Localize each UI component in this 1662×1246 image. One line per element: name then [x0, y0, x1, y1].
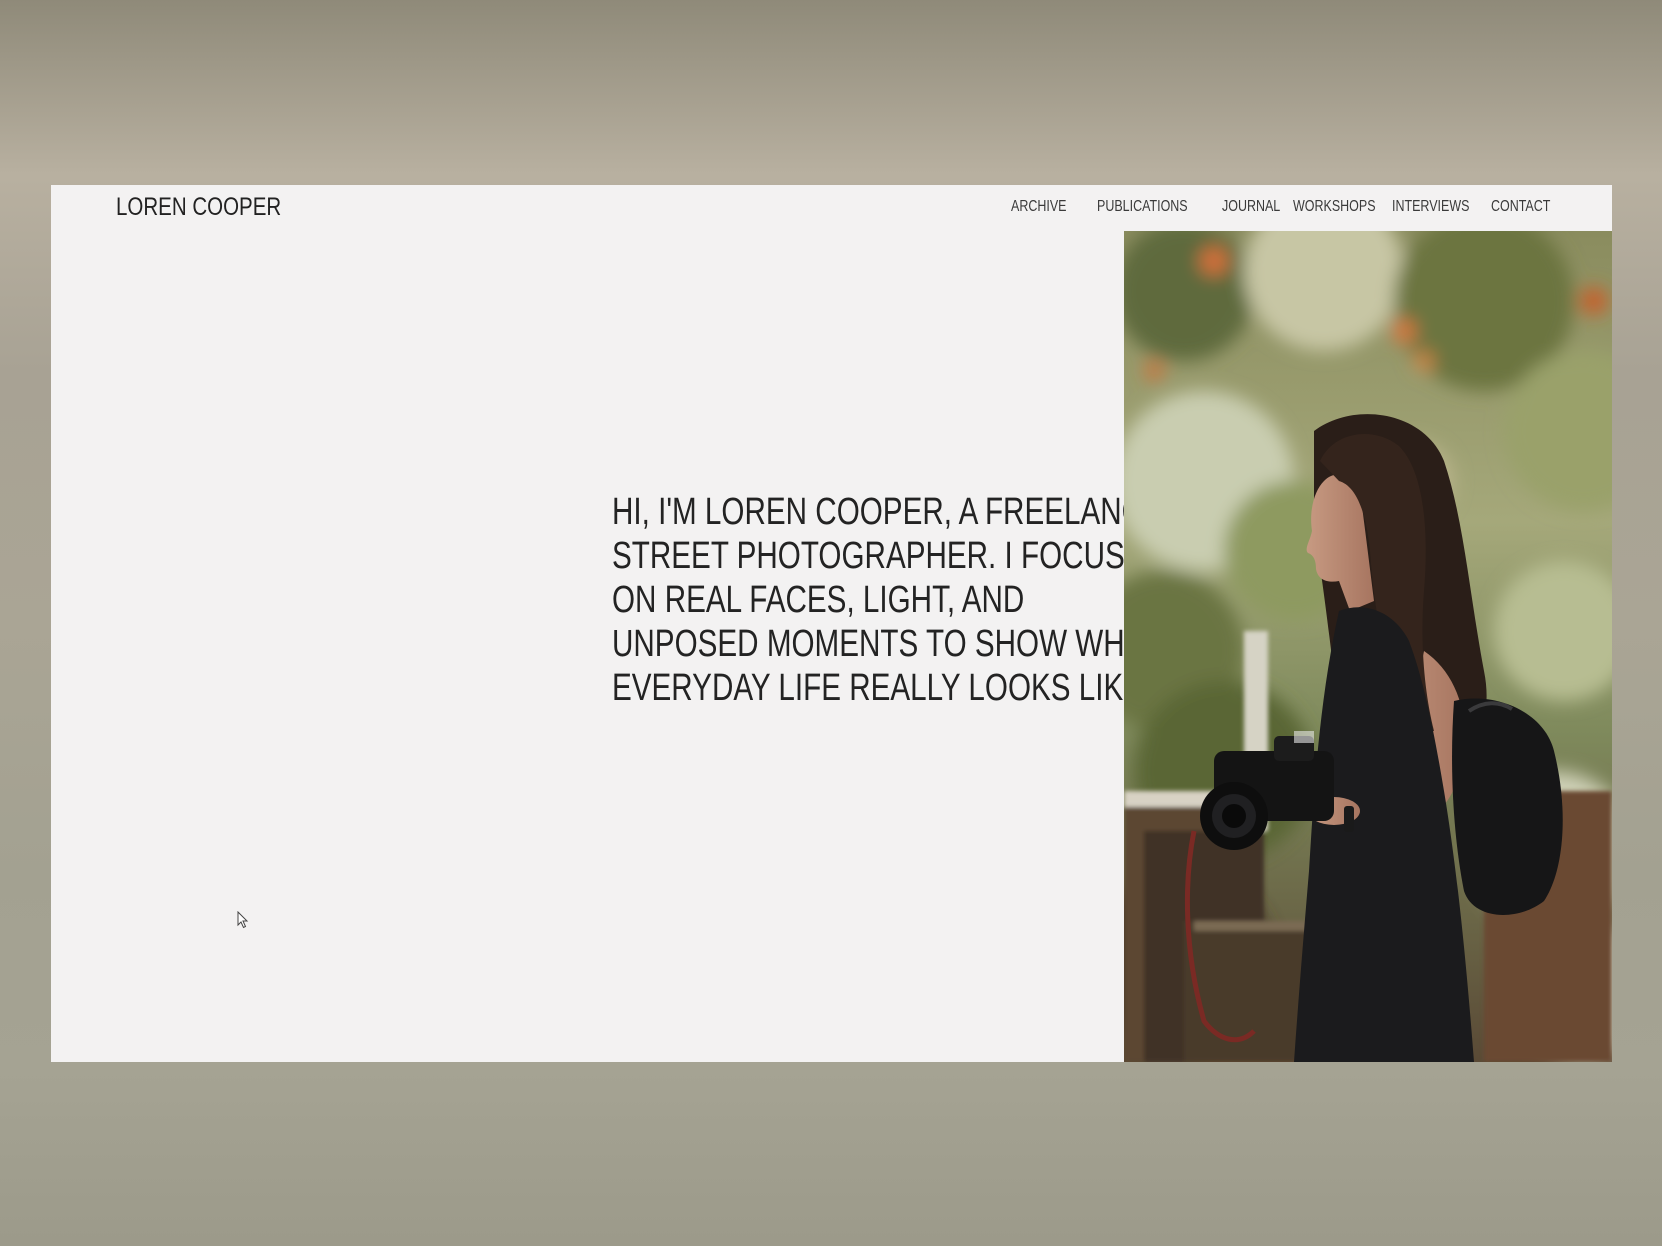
hero-line: ON REAL FACES, LIGHT, AND — [612, 579, 1025, 621]
nav-item-journal[interactable]: JOURNAL — [1222, 198, 1280, 216]
site-header: LOREN COOPER ARCHIVE PUBLICATIONS JOURNA… — [51, 185, 1612, 231]
nav-item-contact[interactable]: CONTACT — [1491, 198, 1550, 216]
photographer-portrait-image — [1124, 231, 1612, 1062]
mouse-pointer-icon — [237, 911, 249, 929]
hero-line: STREET PHOTOGRAPHER. I FOCUS — [612, 535, 1125, 577]
hero-photo — [1124, 231, 1612, 1062]
nav-item-archive[interactable]: ARCHIVE — [1011, 198, 1066, 216]
hero-line: HI, I'M LOREN COOPER, A FREELANCE — [612, 491, 1163, 533]
nav-item-workshops[interactable]: WORKSHOPS — [1293, 198, 1376, 216]
hero-line: EVERYDAY LIFE REALLY LOOKS LIKE. — [612, 667, 1152, 709]
site-logo[interactable]: LOREN COOPER — [116, 193, 281, 222]
hero-line: UNPOSED MOMENTS TO SHOW WHAT — [612, 623, 1161, 665]
nav-item-publications[interactable]: PUBLICATIONS — [1097, 198, 1188, 216]
hero-intro-text: HI, I'M LOREN COOPER, A FREELANCE STREET… — [612, 490, 1163, 710]
browser-viewport: LOREN COOPER ARCHIVE PUBLICATIONS JOURNA… — [51, 185, 1612, 1062]
nav-item-interviews[interactable]: INTERVIEWS — [1392, 198, 1469, 216]
